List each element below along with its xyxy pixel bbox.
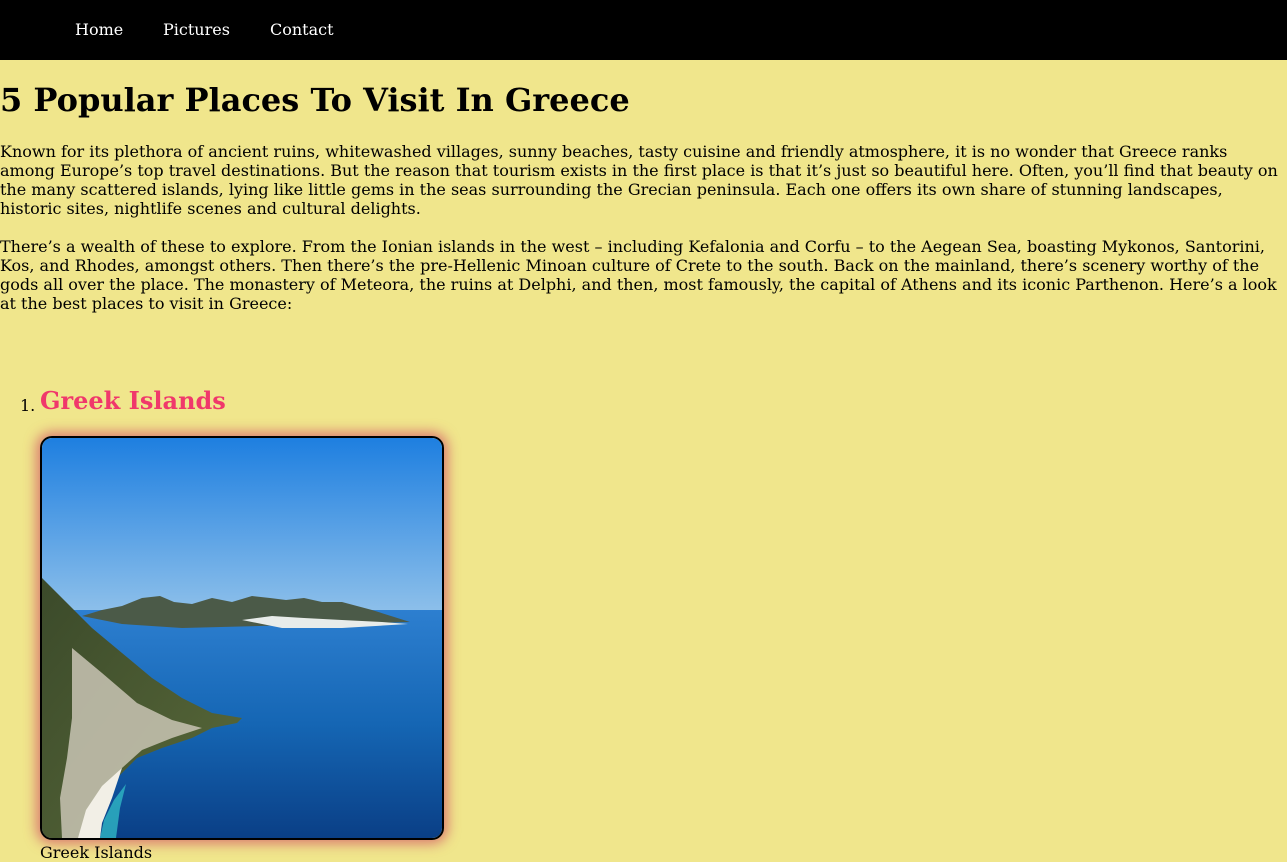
- nav-link-contact[interactable]: Contact: [270, 20, 334, 40]
- top-navbar: Home Pictures Contact: [0, 0, 1287, 60]
- photo-caption: Greek Islands: [40, 843, 153, 862]
- intro-paragraph: Known for its plethora of ancient ruins,…: [0, 142, 1278, 218]
- list-number: 1.: [20, 396, 36, 415]
- explore-paragraph: There’s a wealth of these to explore. Fr…: [0, 237, 1277, 313]
- nav-link-home[interactable]: Home: [75, 20, 123, 40]
- nav-link-pictures[interactable]: Pictures: [163, 20, 230, 40]
- page-title: 5 Popular Places To Visit In Greece: [0, 81, 630, 119]
- greek-islands-photo: [40, 436, 444, 840]
- place-heading-greek-islands[interactable]: Greek Islands: [40, 386, 226, 416]
